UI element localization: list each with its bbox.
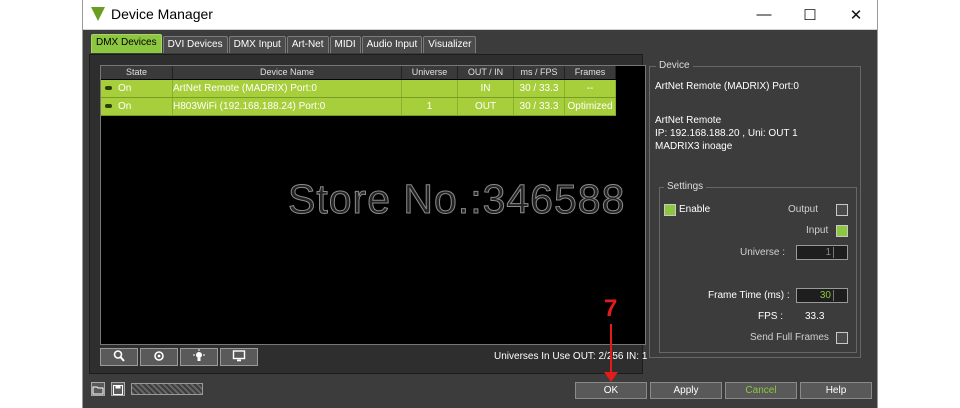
search-icon — [113, 350, 125, 362]
tab-visualizer[interactable]: Visualizer — [423, 36, 477, 53]
device-legend: Device — [656, 60, 693, 71]
tab-bar: DMX Devices DVI Devices DMX Input Art-Ne… — [91, 34, 477, 54]
row-ms-fps: 30 / 33.3 — [514, 80, 565, 97]
row-frames: -- — [565, 80, 616, 97]
device-info-line: IP: 192.168.188.20 , Uni: OUT 1 — [655, 128, 798, 139]
status-led-icon — [105, 85, 112, 90]
save-icon — [113, 385, 123, 395]
col-frames[interactable]: Frames — [565, 66, 616, 79]
row-frames: Optimized — [565, 98, 616, 115]
enable-label: Enable — [679, 204, 711, 215]
device-settings-button[interactable] — [140, 348, 178, 366]
universe-stepper[interactable]: 1 — [796, 245, 848, 260]
cancel-button[interactable]: Cancel — [725, 382, 797, 399]
universe-label: Universe : — [740, 247, 786, 258]
tab-dmx-input[interactable]: DMX Input — [228, 36, 286, 53]
table-row[interactable]: On H803WiFi (192.168.188.24) Port:0 1 OU… — [101, 98, 616, 116]
tab-midi[interactable]: MIDI — [329, 36, 361, 53]
watermark-text: Store No.:346588 — [287, 176, 626, 223]
col-ms-fps[interactable]: ms / FPS — [514, 66, 565, 79]
madrix-app-icon — [91, 7, 105, 21]
ok-button[interactable]: OK — [575, 382, 647, 399]
light-icon — [193, 349, 205, 361]
send-full-frames-label: Send Full Frames — [750, 332, 829, 343]
annotation-arrow-line — [610, 324, 612, 376]
enable-checkbox[interactable] — [664, 204, 676, 216]
settings-icon — [154, 351, 164, 361]
device-info-line: MADRIX3 inoage — [655, 141, 733, 152]
row-universe — [402, 80, 458, 97]
tab-dmx-devices[interactable]: DMX Devices — [91, 34, 162, 53]
fps-label: FPS : — [758, 311, 784, 322]
annotation-step-number: 7 — [604, 295, 618, 322]
maximize-button[interactable]: ☐ — [787, 0, 833, 29]
monitor-icon — [232, 350, 246, 362]
input-checkbox[interactable] — [836, 225, 848, 237]
device-name: ArtNet Remote (MADRIX) Port:0 — [655, 81, 799, 92]
close-button[interactable]: ✕ — [833, 0, 879, 29]
help-button[interactable]: Help — [800, 382, 872, 399]
open-folder-button[interactable] — [91, 382, 105, 396]
col-state[interactable]: State — [101, 66, 173, 79]
settings-legend: Settings — [664, 181, 707, 192]
col-device-name[interactable]: Device Name — [173, 66, 402, 79]
table-header: State Device Name Universe OUT / IN ms /… — [101, 66, 616, 79]
tab-art-net[interactable]: Art-Net — [286, 36, 329, 53]
spin-arrows-icon[interactable] — [833, 247, 846, 258]
spin-arrows-icon[interactable] — [833, 290, 846, 301]
title-bar: Device Manager — ☐ ✕ — [83, 0, 877, 30]
settings-group: Settings Enable Output Input Universe : … — [659, 181, 857, 353]
row-state: On — [118, 83, 132, 94]
annotation-arrow-icon — [604, 372, 618, 382]
row-out-in: IN — [458, 80, 514, 97]
apply-button[interactable]: Apply — [650, 382, 722, 399]
row-out-in: OUT — [458, 98, 514, 115]
output-label: Output — [788, 204, 819, 215]
input-label: Input — [806, 225, 829, 236]
row-universe: 1 — [402, 98, 458, 115]
col-universe[interactable]: Universe — [402, 66, 458, 79]
universe-value: 1 — [825, 247, 831, 258]
window-title: Device Manager — [111, 6, 213, 22]
table-row[interactable]: On ArtNet Remote (MADRIX) Port:0 IN 30 /… — [101, 80, 616, 98]
frame-time-value: 30 — [819, 290, 831, 301]
file-path-field[interactable] — [131, 383, 203, 395]
tab-dvi-devices[interactable]: DVI Devices — [162, 36, 228, 53]
identify-button[interactable] — [180, 348, 218, 366]
monitor-button[interactable] — [220, 348, 258, 366]
minimize-button[interactable]: — — [741, 0, 787, 29]
row-state: On — [118, 101, 132, 112]
device-info-line: ArtNet Remote — [655, 115, 722, 126]
send-full-frames-checkbox[interactable] — [836, 332, 848, 344]
status-led-icon — [105, 103, 112, 108]
col-out-in[interactable]: OUT / IN — [458, 66, 514, 79]
save-button[interactable] — [111, 382, 125, 396]
universes-in-use: Universes In Use OUT: 2/256 IN: 1 — [494, 351, 648, 362]
frame-time-label: Frame Time (ms) : — [708, 290, 790, 301]
folder-icon — [92, 386, 104, 395]
fps-value: 33.3 — [805, 311, 825, 322]
output-checkbox[interactable] — [836, 204, 848, 216]
row-device-name: H803WiFi (192.168.188.24) Port:0 — [173, 98, 402, 115]
row-ms-fps: 30 / 33.3 — [514, 98, 565, 115]
device-panel: Device ArtNet Remote (MADRIX) Port:0 Art… — [649, 60, 861, 358]
tab-audio-input[interactable]: Audio Input — [361, 36, 423, 53]
search-button[interactable] — [100, 348, 138, 366]
frame-time-stepper[interactable]: 30 — [796, 288, 848, 303]
row-device-name: ArtNet Remote (MADRIX) Port:0 — [173, 80, 402, 97]
